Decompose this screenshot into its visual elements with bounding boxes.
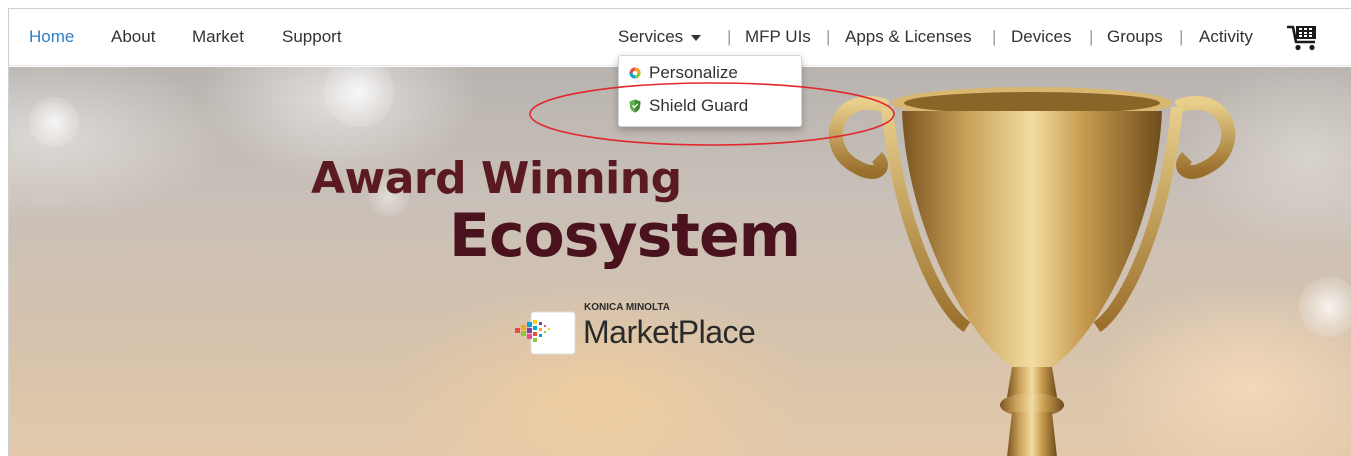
nav-market[interactable]: Market [192,27,244,47]
nav-separator: | [1179,27,1184,46]
nav-support[interactable]: Support [282,27,342,47]
nav-groups[interactable]: Groups [1107,27,1163,47]
nav-about[interactable]: About [111,27,155,47]
nav-separator: | [727,27,732,46]
hero-headline-line1: Award Winning [311,153,682,204]
shopping-cart-icon[interactable] [1286,24,1322,52]
marketplace-logo: KONICA MINOLTA MarketPlace [509,302,799,362]
nav-home[interactable]: Home [29,27,74,47]
personalize-icon [629,67,641,79]
services-dropdown-menu: Personalize Shield Guard [618,55,802,127]
nav-separator: | [992,27,997,46]
trophy-image [828,87,1236,456]
brand-product-name: MarketPlace [583,314,756,350]
shield-icon [629,99,641,113]
chevron-down-icon [691,34,702,41]
brand-company-name: KONICA MINOLTA [584,302,670,313]
nav-services-label: Services [618,27,684,46]
nav-services[interactable]: Services [618,27,702,47]
hero-headline-line2: Ecosystem [449,201,801,271]
dropdown-item-label: Personalize [649,63,738,82]
nav-separator: | [826,27,831,46]
bokeh-light [324,67,394,127]
marketplace-logo-icon [515,311,576,355]
nav-apps-licenses[interactable]: Apps & Licenses [845,27,972,47]
nav-activity[interactable]: Activity [1199,27,1253,47]
bokeh-light [1299,277,1351,337]
bokeh-light [29,97,79,147]
nav-separator: | [1089,27,1094,46]
nav-devices[interactable]: Devices [1011,27,1071,47]
browser-page: Home About Market Support Services | MFP… [8,8,1351,456]
dropdown-item-shield-guard[interactable]: Shield Guard [629,94,748,118]
dropdown-item-personalize[interactable]: Personalize [629,61,738,85]
nav-mfp-uis[interactable]: MFP UIs [745,27,811,47]
dropdown-item-label: Shield Guard [649,96,749,115]
